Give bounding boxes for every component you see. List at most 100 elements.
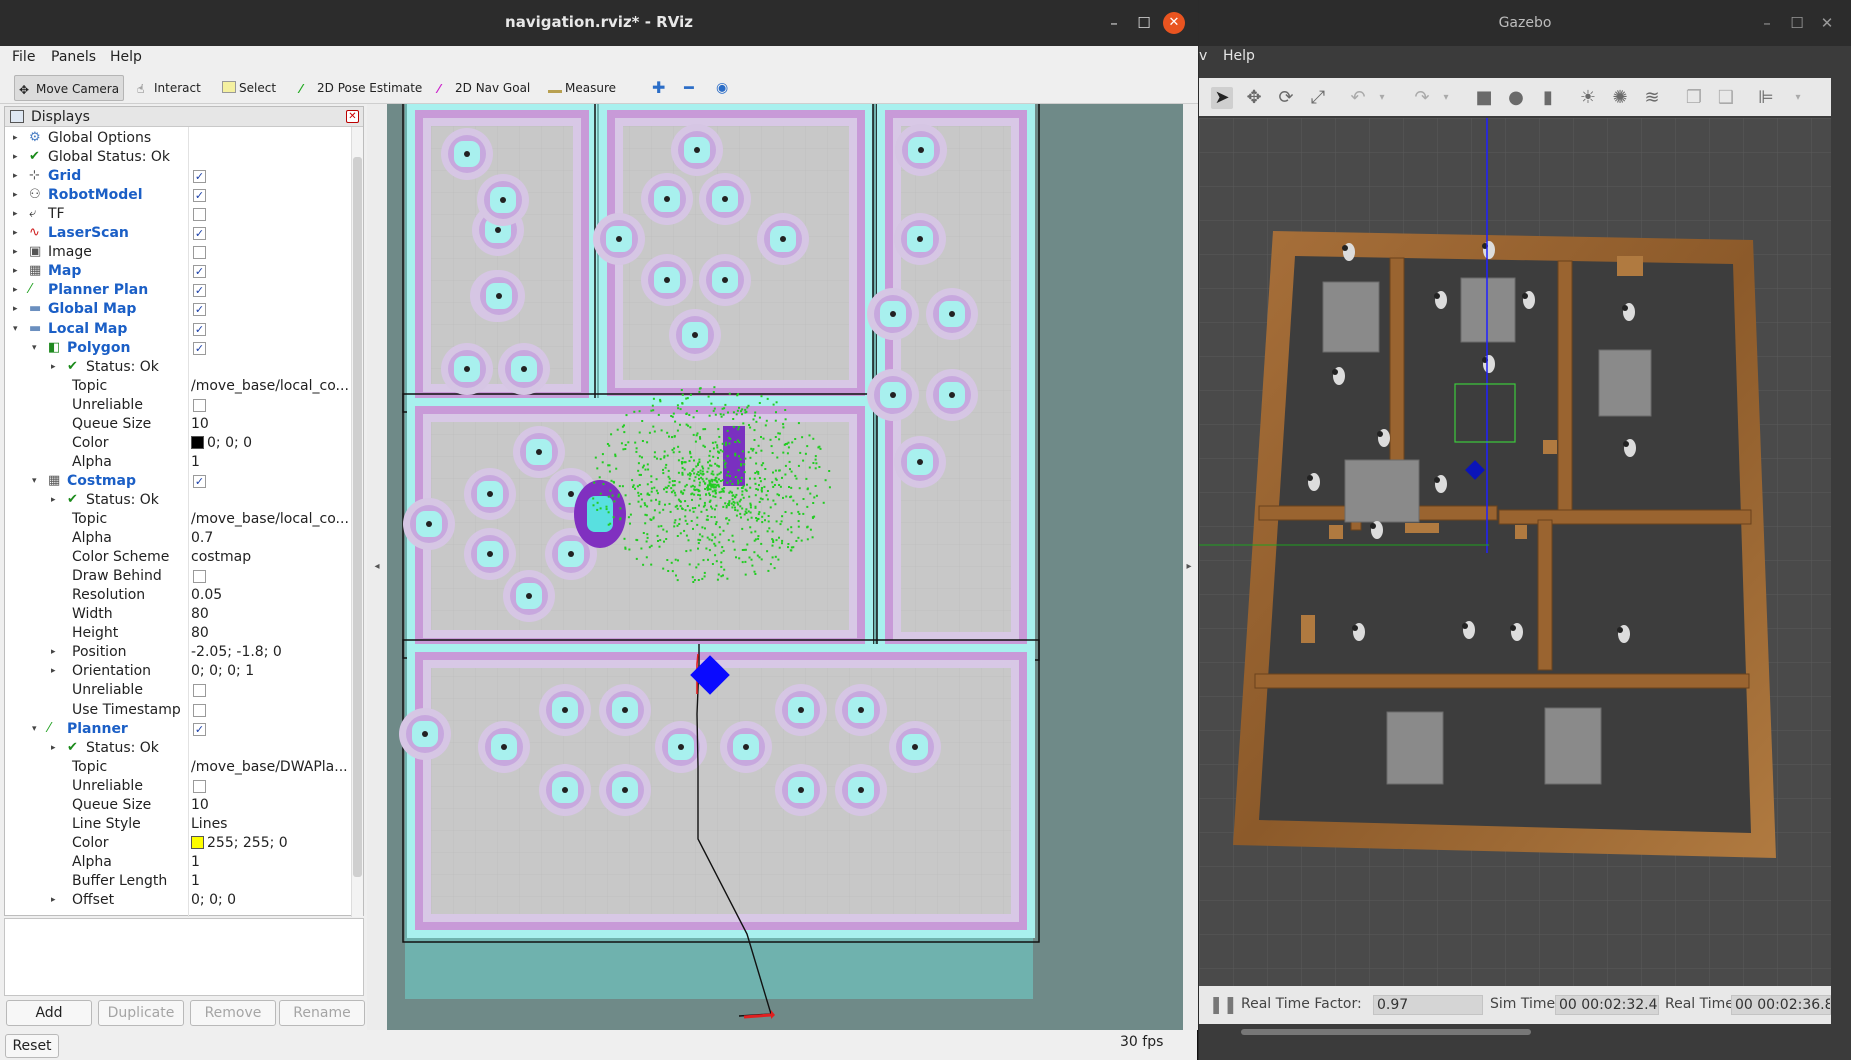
- menu-file[interactable]: File: [12, 49, 35, 65]
- property-value[interactable]: 0; 0; 0; 1: [191, 662, 351, 681]
- tree-row[interactable]: ▸ ✔ Status: Ok: [5, 739, 345, 758]
- collapse-arrow-icon[interactable]: ▾: [32, 339, 37, 358]
- collapse-arrow-icon[interactable]: ▾: [32, 472, 37, 491]
- enable-checkbox[interactable]: [193, 208, 206, 222]
- tree-row[interactable]: Unreliable: [5, 681, 345, 700]
- nav-goal-tool[interactable]: ⁄ 2D Nav Goal: [434, 75, 534, 101]
- gazebo-menu-view[interactable]: v: [1199, 48, 1207, 64]
- rename-button[interactable]: Rename: [279, 1000, 365, 1026]
- minimize-icon[interactable]: –: [1103, 12, 1125, 34]
- tree-row[interactable]: Alpha 0.7: [5, 529, 345, 548]
- expand-arrow-icon[interactable]: ▸: [51, 491, 56, 510]
- close-icon[interactable]: ✕: [1163, 12, 1185, 34]
- expand-arrow-icon[interactable]: ▸: [13, 300, 18, 319]
- enable-checkbox[interactable]: ✓: [193, 189, 206, 203]
- tree-row[interactable]: Line Style Lines: [5, 815, 345, 834]
- property-value[interactable]: 0.7: [191, 529, 351, 548]
- tree-row[interactable]: Resolution 0.05: [5, 586, 345, 605]
- expand-arrow-icon[interactable]: ▸: [13, 167, 18, 186]
- enable-checkbox[interactable]: [193, 684, 206, 698]
- tree-row[interactable]: Topic/move_base/local_co...: [5, 377, 349, 396]
- tree-row[interactable]: ▸ ✔ Status: Ok: [5, 491, 345, 510]
- property-value[interactable]: 80: [191, 605, 351, 624]
- tree-row[interactable]: Color Scheme costmap: [5, 548, 345, 567]
- directional-light-icon[interactable]: ≋: [1641, 87, 1663, 109]
- enable-checkbox[interactable]: [193, 398, 206, 412]
- tree-row[interactable]: Queue Size 10: [5, 796, 345, 815]
- tree-row[interactable]: Height 80: [5, 624, 345, 643]
- enable-checkbox[interactable]: ✓: [193, 170, 206, 184]
- property-value[interactable]: 255; 255; 0: [191, 834, 351, 853]
- tree-row[interactable]: ▸ ✔ Status: Ok: [5, 358, 345, 377]
- tree-row[interactable]: ▸ Offset 0; 0; 0: [5, 891, 345, 910]
- box-shape-icon[interactable]: ■: [1473, 87, 1495, 109]
- property-value[interactable]: 0; 0; 0: [191, 434, 351, 453]
- tree-row[interactable]: ▸ ⚇ RobotModel ✓: [5, 186, 345, 205]
- enable-checkbox[interactable]: [193, 779, 206, 793]
- tree-row[interactable]: ▸ ⁄ Planner Plan ✓: [5, 281, 345, 300]
- duplicate-button[interactable]: Duplicate: [98, 1000, 184, 1026]
- tree-row[interactable]: ▸ ⚙ Global Options: [5, 129, 345, 148]
- property-value[interactable]: 1: [191, 853, 351, 872]
- enable-checkbox[interactable]: ✓: [193, 303, 206, 317]
- tree-row[interactable]: ▸ Position -2.05; -1.8; 0: [5, 643, 345, 662]
- enable-checkbox[interactable]: ✓: [193, 284, 206, 298]
- property-value[interactable]: 80: [191, 624, 351, 643]
- tree-row[interactable]: ▾ ▦ Costmap ✓: [5, 472, 345, 491]
- translate-icon[interactable]: ✥: [1243, 87, 1265, 109]
- redo-icon[interactable]: ↷: [1411, 87, 1433, 109]
- gazebo-hscroll-thumb[interactable]: [1241, 1029, 1531, 1035]
- property-value[interactable]: Lines: [191, 815, 351, 834]
- tree-row[interactable]: Color 0; 0; 0: [5, 434, 345, 453]
- enable-checkbox[interactable]: ✓: [193, 474, 206, 488]
- tree-row[interactable]: ▸ ▣ Image: [5, 243, 345, 262]
- gazebo-hscroll[interactable]: [1219, 1026, 1831, 1038]
- enable-checkbox[interactable]: ✓: [193, 265, 206, 279]
- tree-scrollbar[interactable]: [351, 127, 363, 917]
- property-value[interactable]: /move_base/local_co...: [191, 377, 351, 396]
- render-viewport[interactable]: [387, 104, 1183, 1030]
- property-value[interactable]: 1: [191, 872, 351, 891]
- gazebo-menu-help[interactable]: Help: [1223, 48, 1255, 64]
- tree-row[interactable]: Color 255; 255; 0: [5, 834, 345, 853]
- scale-icon[interactable]: ⤢: [1307, 87, 1329, 109]
- expand-arrow-icon[interactable]: ▸: [13, 148, 18, 167]
- enable-checkbox[interactable]: ✓: [193, 227, 206, 241]
- gazebo-minimize-icon[interactable]: –: [1756, 12, 1778, 34]
- add-button[interactable]: Add: [6, 1000, 92, 1026]
- cylinder-shape-icon[interactable]: ▮: [1537, 87, 1559, 109]
- collapse-arrow-icon[interactable]: ▾: [32, 720, 37, 739]
- menu-help[interactable]: Help: [110, 49, 142, 65]
- spot-light-icon[interactable]: ✺: [1609, 87, 1631, 109]
- select-arrow-icon[interactable]: ➤: [1211, 87, 1233, 109]
- tree-row[interactable]: Buffer Length 1: [5, 872, 345, 891]
- tree-row[interactable]: Alpha 1: [5, 453, 345, 472]
- pause-icon[interactable]: ❚❚: [1209, 995, 1238, 1015]
- property-value[interactable]: 1: [191, 453, 351, 472]
- tree-row[interactable]: Draw Behind: [5, 567, 345, 586]
- property-value[interactable]: costmap: [191, 548, 351, 567]
- tree-row[interactable]: ▸ ✔ Global Status: Ok: [5, 148, 345, 167]
- expand-arrow-icon[interactable]: ▸: [13, 186, 18, 205]
- tree-row[interactable]: ▸ ▦ Map ✓: [5, 262, 345, 281]
- enable-checkbox[interactable]: [193, 570, 206, 584]
- enable-checkbox[interactable]: [193, 703, 206, 717]
- copy-icon[interactable]: ❐: [1683, 87, 1705, 109]
- expand-arrow-icon[interactable]: ▸: [51, 662, 56, 681]
- tree-row[interactable]: Width 80: [5, 605, 345, 624]
- enable-checkbox[interactable]: ✓: [193, 322, 206, 336]
- gazebo-close-icon[interactable]: ✕: [1816, 12, 1838, 34]
- enable-checkbox[interactable]: [193, 246, 206, 260]
- expand-arrow-icon[interactable]: ▸: [51, 739, 56, 758]
- move-camera-tool[interactable]: ✥ Move Camera: [14, 75, 125, 101]
- reset-button[interactable]: Reset: [5, 1034, 59, 1058]
- tree-row[interactable]: ▸ ⤶ TF: [5, 205, 345, 224]
- tree-row[interactable]: ▾ ▬ Local Map ✓: [5, 320, 345, 339]
- property-value[interactable]: /move_base/local_co...: [191, 510, 351, 529]
- left-splitter-handle[interactable]: ◂: [367, 104, 387, 1030]
- tree-row[interactable]: ▸ Orientation 0; 0; 0; 1: [5, 662, 345, 681]
- paste-icon[interactable]: ❑: [1715, 87, 1737, 109]
- tree-row[interactable]: ▸ ∿ LaserScan ✓: [5, 224, 345, 243]
- tree-row[interactable]: Topic/move_base/local_co...: [5, 510, 349, 529]
- map-view[interactable]: [387, 104, 1183, 1030]
